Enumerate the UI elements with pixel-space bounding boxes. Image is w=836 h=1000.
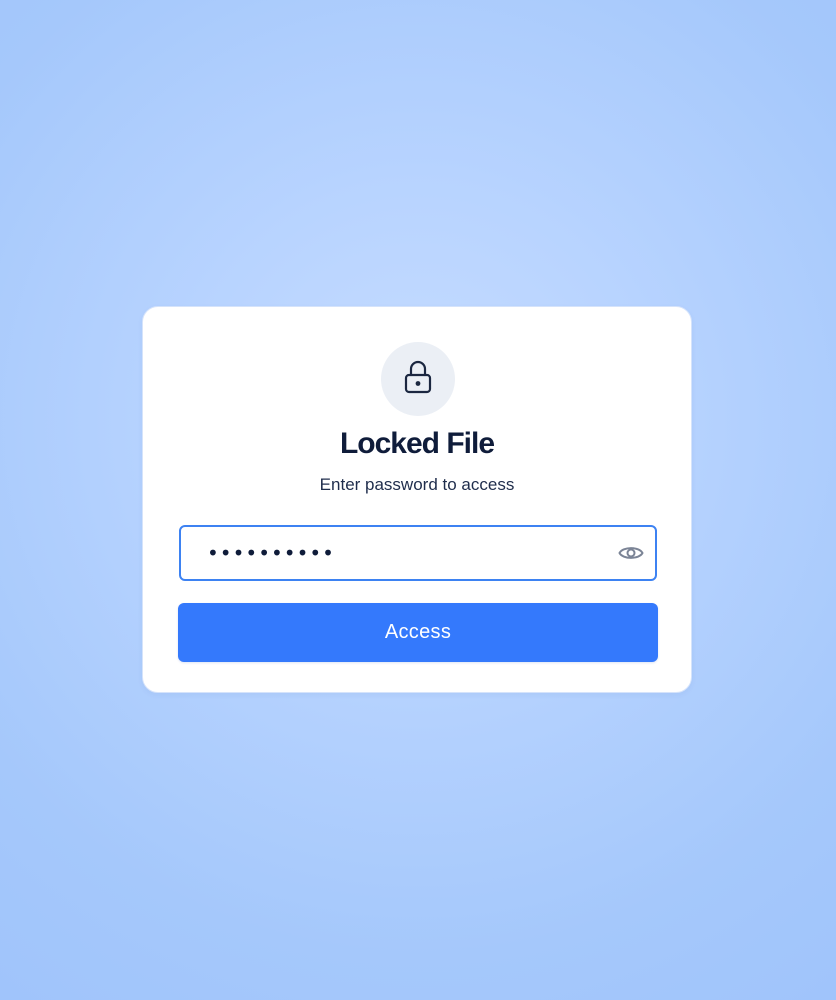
dialog-title: Locked File (339, 427, 495, 460)
locked-file-dialog: Locked File Enter password to access Acc… (142, 306, 692, 693)
password-field (179, 525, 657, 581)
access-button[interactable]: Access (178, 603, 658, 662)
lock-icon (403, 359, 433, 400)
password-input[interactable] (181, 527, 581, 579)
eye-icon[interactable] (617, 539, 645, 567)
lock-icon-badge (381, 342, 455, 416)
dialog-subtitle: Enter password to access (319, 475, 515, 494)
